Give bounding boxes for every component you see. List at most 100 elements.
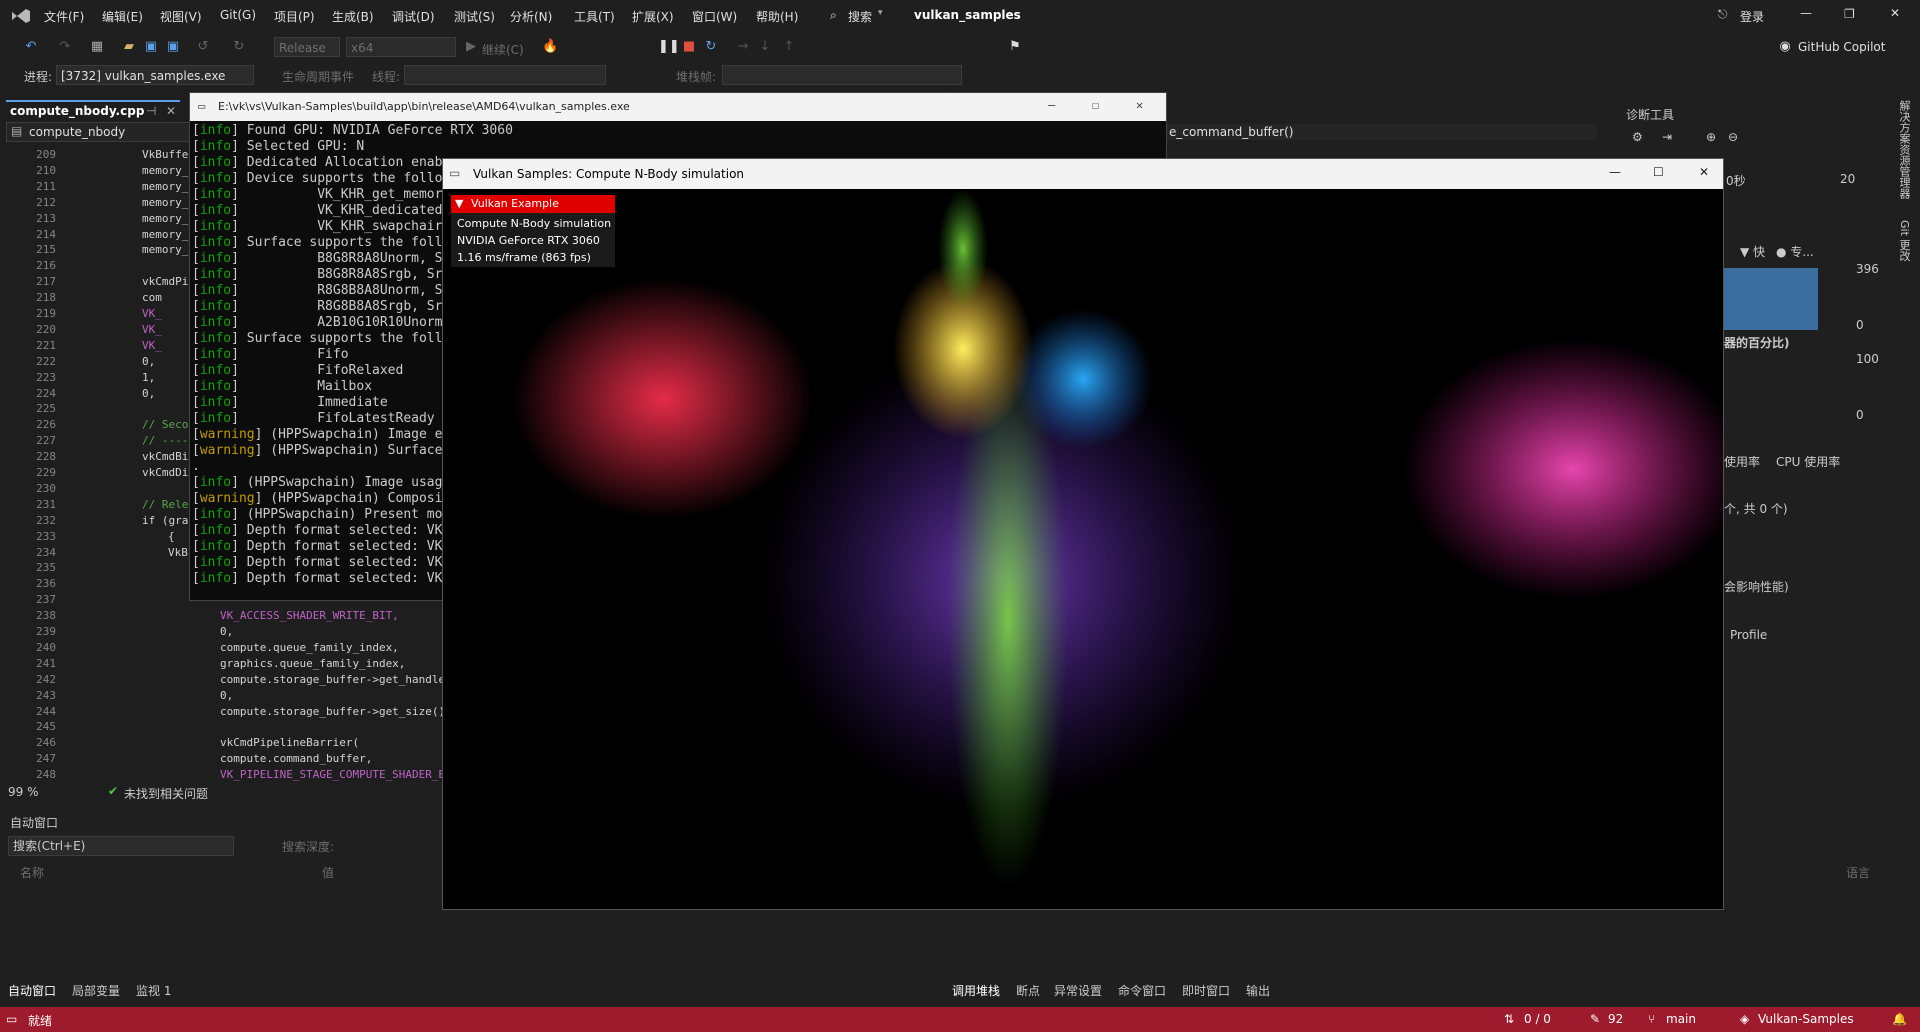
menu-item[interactable]: 视图(V) <box>160 8 202 25</box>
fast-filter[interactable]: ▼ 快 <box>1740 243 1765 260</box>
continue-icon[interactable]: ▶ <box>464 40 478 54</box>
close-icon[interactable]: ✕ <box>1890 6 1900 20</box>
bottom-tab[interactable]: 异常设置 <box>1054 982 1102 999</box>
save-all-icon[interactable]: ▣ <box>166 40 180 54</box>
bottom-tab[interactable]: 调用堆栈 <box>952 982 1000 999</box>
undo-icon[interactable]: ↺ <box>196 40 210 54</box>
vulkan-maximize-icon[interactable]: ☐ <box>1653 165 1664 179</box>
console-line: [warning] (HPPSwapchain) Surface <box>192 443 443 458</box>
line-number: 224 <box>36 386 56 400</box>
step-into-icon[interactable]: ↓ <box>758 40 772 54</box>
continue-button[interactable]: 继续(C) <box>482 41 524 58</box>
stack-frame-select[interactable] <box>722 65 962 85</box>
line-number: 218 <box>36 291 56 305</box>
bookmark-icon[interactable]: ⚑ <box>1008 40 1022 54</box>
menu-item[interactable]: Git(G) <box>220 8 256 22</box>
close-tab-icon[interactable]: ✕ <box>166 104 176 118</box>
stop-icon[interactable]: ■ <box>682 40 696 54</box>
notification-icon[interactable]: 🔔 <box>1892 1012 1907 1026</box>
tab-compute-nbody[interactable]: compute_nbody.cpp ⊣ ✕ <box>6 100 180 122</box>
back-icon[interactable]: ↶ <box>24 40 38 54</box>
thread-select[interactable] <box>404 65 606 85</box>
platform-select[interactable]: x64 <box>346 37 456 57</box>
line-number: 239 <box>36 625 56 638</box>
login-button[interactable]: 登录 <box>1740 8 1764 25</box>
bottom-tab[interactable]: 即时窗口 <box>1182 982 1230 999</box>
search-button[interactable]: 搜索 <box>848 8 872 25</box>
settings-icon[interactable]: ⚙ <box>1632 130 1643 144</box>
example-overlay[interactable]: ▼ Vulkan Example Compute N-Body simulati… <box>451 195 615 267</box>
menu-item[interactable]: 窗口(W) <box>692 8 737 25</box>
vulkan-minimize-icon[interactable]: — <box>1609 165 1621 179</box>
menu-item[interactable]: 文件(F) <box>44 8 84 25</box>
menu-item[interactable]: 分析(N) <box>510 8 552 25</box>
copilot-button[interactable]: GitHub Copilot <box>1798 40 1885 54</box>
process-select[interactable]: [3732] vulkan_samples.exe <box>56 65 254 85</box>
overlay-header[interactable]: ▼ Vulkan Example <box>451 195 615 213</box>
minimize-icon[interactable]: — <box>1800 6 1812 20</box>
vulkan-sample-window[interactable]: ▭ Vulkan Samples: Compute N-Body simulat… <box>442 158 1724 910</box>
solution-explorer-tab[interactable]: 解决方案资源管理器 <box>1896 100 1912 199</box>
repo-name[interactable]: Vulkan-Samples <box>1758 1012 1854 1026</box>
navigation-member[interactable]: e_command_buffer() <box>1167 124 1597 140</box>
open-folder-icon[interactable]: ▰ <box>122 40 136 54</box>
hot-reload-icon[interactable]: 🔥 <box>542 40 558 54</box>
edits-count[interactable]: 92 <box>1608 1012 1623 1026</box>
bottom-tab[interactable]: 输出 <box>1246 982 1270 999</box>
step-out-icon[interactable]: ↑ <box>782 40 796 54</box>
branch-name[interactable]: main <box>1666 1012 1696 1026</box>
check-icon: ✔ <box>108 784 119 798</box>
redo-icon[interactable]: ↻ <box>232 40 246 54</box>
restore-icon[interactable]: ❐ <box>1844 7 1855 21</box>
events-count: 个, 共 0 个) <box>1724 502 1788 516</box>
navigation-bar[interactable]: ▤ compute_nbody <box>6 122 191 142</box>
forward-icon[interactable]: ↷ <box>58 40 72 54</box>
search-icon[interactable]: ⌕ <box>830 8 837 23</box>
menu-item[interactable]: 帮助(H) <box>756 8 798 25</box>
step-over-icon[interactable]: → <box>736 40 750 54</box>
tab-cpu-usage[interactable]: CPU 使用率 <box>1776 453 1840 470</box>
chevron-down-icon: ▾ <box>878 8 883 18</box>
menu-item[interactable]: 扩展(X) <box>632 8 674 25</box>
code-line: graphics.queue_family_index, <box>220 656 406 670</box>
overlay-title: Vulkan Example <box>470 197 559 210</box>
line-number: 242 <box>36 672 56 686</box>
bottom-tab[interactable]: 断点 <box>1016 982 1040 999</box>
errors-status[interactable]: 0 / 0 <box>1524 1012 1551 1026</box>
autos-search-input[interactable]: 搜索(Ctrl+E) <box>8 836 234 856</box>
bottom-tab[interactable]: 监视 1 <box>136 982 171 999</box>
zoom-in-icon[interactable]: ⊕ <box>1706 130 1716 144</box>
bottom-tab[interactable]: 局部变量 <box>72 982 120 999</box>
zoom-out-icon[interactable]: ⊖ <box>1728 130 1738 144</box>
menu-item[interactable]: 工具(T) <box>574 8 615 25</box>
tab-memory-usage[interactable]: 使用率 <box>1724 453 1760 470</box>
menu-item[interactable]: 测试(S) <box>454 8 495 25</box>
menu-item[interactable]: 生成(B) <box>332 8 374 25</box>
restart-icon[interactable]: ↻ <box>704 40 718 54</box>
lifecycle-events-button[interactable]: 生命周期事件 <box>282 68 354 85</box>
menu-item[interactable]: 编辑(E) <box>102 8 143 25</box>
profile-link[interactable]: Profile <box>1730 628 1767 642</box>
configuration-select[interactable]: Release <box>274 37 340 57</box>
bottom-tab[interactable]: 自动窗口 <box>8 982 56 999</box>
console-minimize-icon[interactable]: — <box>1048 98 1055 112</box>
console-line: [info] R8G8B8A8Unorm, S <box>192 283 443 298</box>
menu-item[interactable]: 调试(D) <box>392 8 435 25</box>
pause-icon[interactable]: ❚❚ <box>658 40 680 54</box>
menu-item[interactable]: 项目(P) <box>274 8 315 25</box>
console-close-icon[interactable]: ✕ <box>1136 98 1143 112</box>
console-line: [info] VK_KHR_get_memor <box>192 187 443 202</box>
save-icon[interactable]: ▣ <box>144 40 158 54</box>
pin-icon[interactable]: ⊣ <box>146 104 156 118</box>
pro-filter[interactable]: ● 专... <box>1776 243 1814 260</box>
console-maximize-icon[interactable]: ☐ <box>1092 98 1099 112</box>
console-line: [info] (HPPSwapchain) Present mo <box>192 507 443 522</box>
zoom-level[interactable]: 99 % <box>8 785 39 799</box>
console-line: [info] Dedicated Allocation enab <box>192 155 443 170</box>
issues-status[interactable]: 未找到相关问题 <box>124 785 208 802</box>
bottom-tab[interactable]: 命令窗口 <box>1118 982 1166 999</box>
new-item-icon[interactable]: ▦ <box>90 40 104 54</box>
vulkan-close-icon[interactable]: ✕ <box>1699 165 1709 179</box>
git-changes-tab[interactable]: Git 更改 <box>1896 220 1912 261</box>
export-icon[interactable]: ⇥ <box>1662 130 1672 144</box>
